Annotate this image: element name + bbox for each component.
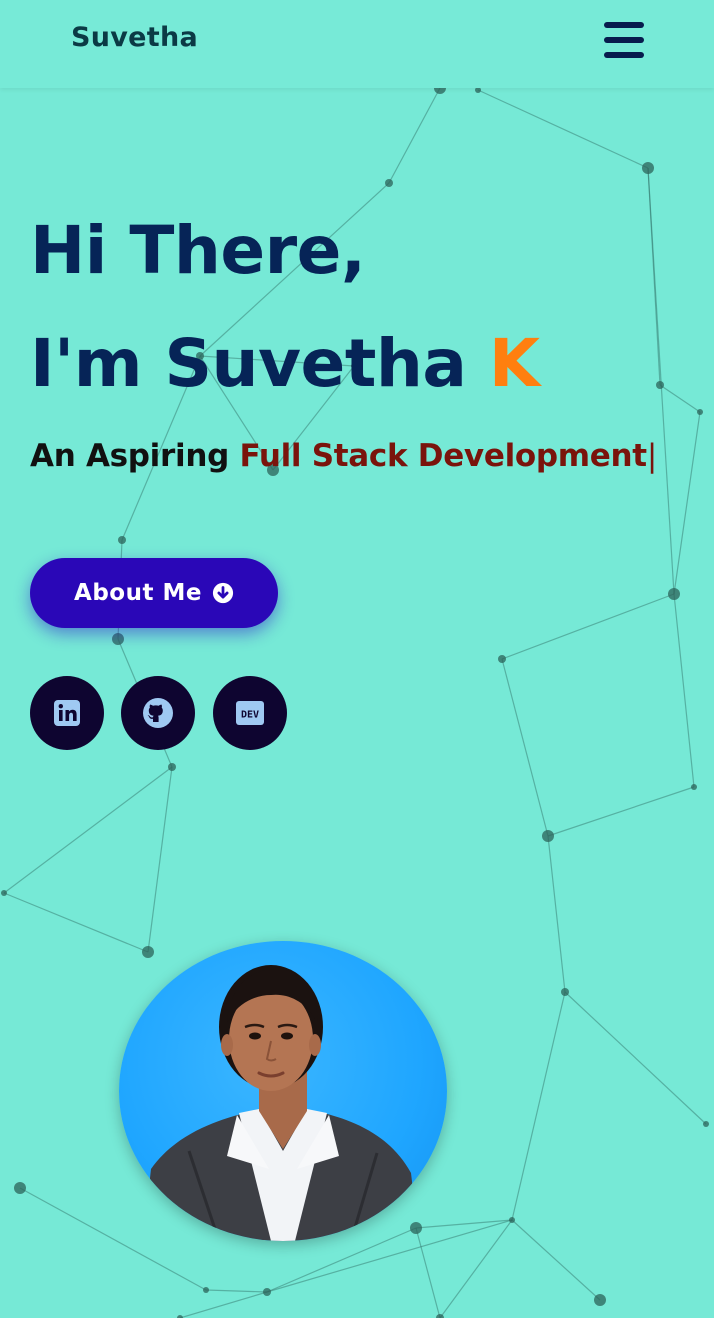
- network-line: [415, 1227, 441, 1318]
- network-node: [703, 1121, 709, 1127]
- network-node: [1, 890, 7, 896]
- network-line: [673, 593, 695, 788]
- hamburger-menu-icon[interactable]: [602, 22, 646, 58]
- dev-label: DEV: [241, 710, 259, 721]
- github-link[interactable]: [121, 676, 195, 750]
- network-node: [410, 1222, 422, 1234]
- network-line: [147, 766, 173, 953]
- network-line: [388, 87, 441, 184]
- network-line: [673, 411, 701, 595]
- dev-link[interactable]: DEV: [213, 676, 287, 750]
- linkedin-link[interactable]: [30, 676, 104, 750]
- network-node: [542, 830, 554, 842]
- network-line: [477, 89, 649, 169]
- profile-person-image: [143, 965, 419, 1241]
- network-line: [179, 1291, 268, 1318]
- network-line: [501, 658, 549, 837]
- brand-logo[interactable]: Suvetha: [71, 22, 198, 53]
- network-node: [642, 162, 654, 174]
- network-node: [594, 1294, 606, 1306]
- typing-cursor: |: [646, 438, 657, 474]
- github-icon: [143, 698, 173, 728]
- network-line: [564, 991, 707, 1125]
- arrow-down-circle-icon: [212, 582, 234, 604]
- typed-text: Full Stack Development: [239, 438, 647, 474]
- network-line: [501, 593, 675, 660]
- navbar: Suvetha: [0, 0, 714, 88]
- network-node: [203, 1287, 209, 1293]
- hero-name: I'm Suvetha K: [30, 325, 540, 402]
- about-me-button[interactable]: About Me: [30, 558, 278, 628]
- dev-icon: DEV: [236, 701, 264, 725]
- network-node: [14, 1182, 26, 1194]
- network-line: [659, 384, 701, 413]
- network-node: [112, 633, 124, 645]
- network-line: [205, 1289, 268, 1293]
- network-node: [697, 409, 703, 415]
- profile-photo: [119, 941, 447, 1241]
- network-line: [547, 786, 695, 837]
- network-node: [168, 763, 176, 771]
- network-line: [511, 991, 566, 1221]
- network-line: [647, 167, 675, 595]
- name-initial: K: [488, 325, 540, 402]
- network-line: [439, 1219, 513, 1318]
- network-node: [385, 179, 393, 187]
- network-line: [547, 835, 566, 993]
- network-node: [656, 381, 664, 389]
- network-node: [142, 946, 154, 958]
- about-me-label: About Me: [74, 580, 202, 606]
- network-node: [668, 588, 680, 600]
- network-line: [3, 766, 173, 894]
- network-node: [561, 988, 569, 996]
- network-node: [263, 1288, 271, 1296]
- network-line: [511, 1219, 601, 1301]
- network-node: [118, 536, 126, 544]
- linkedin-icon: [54, 700, 80, 726]
- network-line: [3, 892, 149, 953]
- network-node: [509, 1217, 515, 1223]
- hero-subtitle: An Aspiring Full Stack Development|: [30, 438, 657, 474]
- network-node: [498, 655, 506, 663]
- hero-greeting: Hi There,: [30, 212, 366, 289]
- network-node: [691, 784, 697, 790]
